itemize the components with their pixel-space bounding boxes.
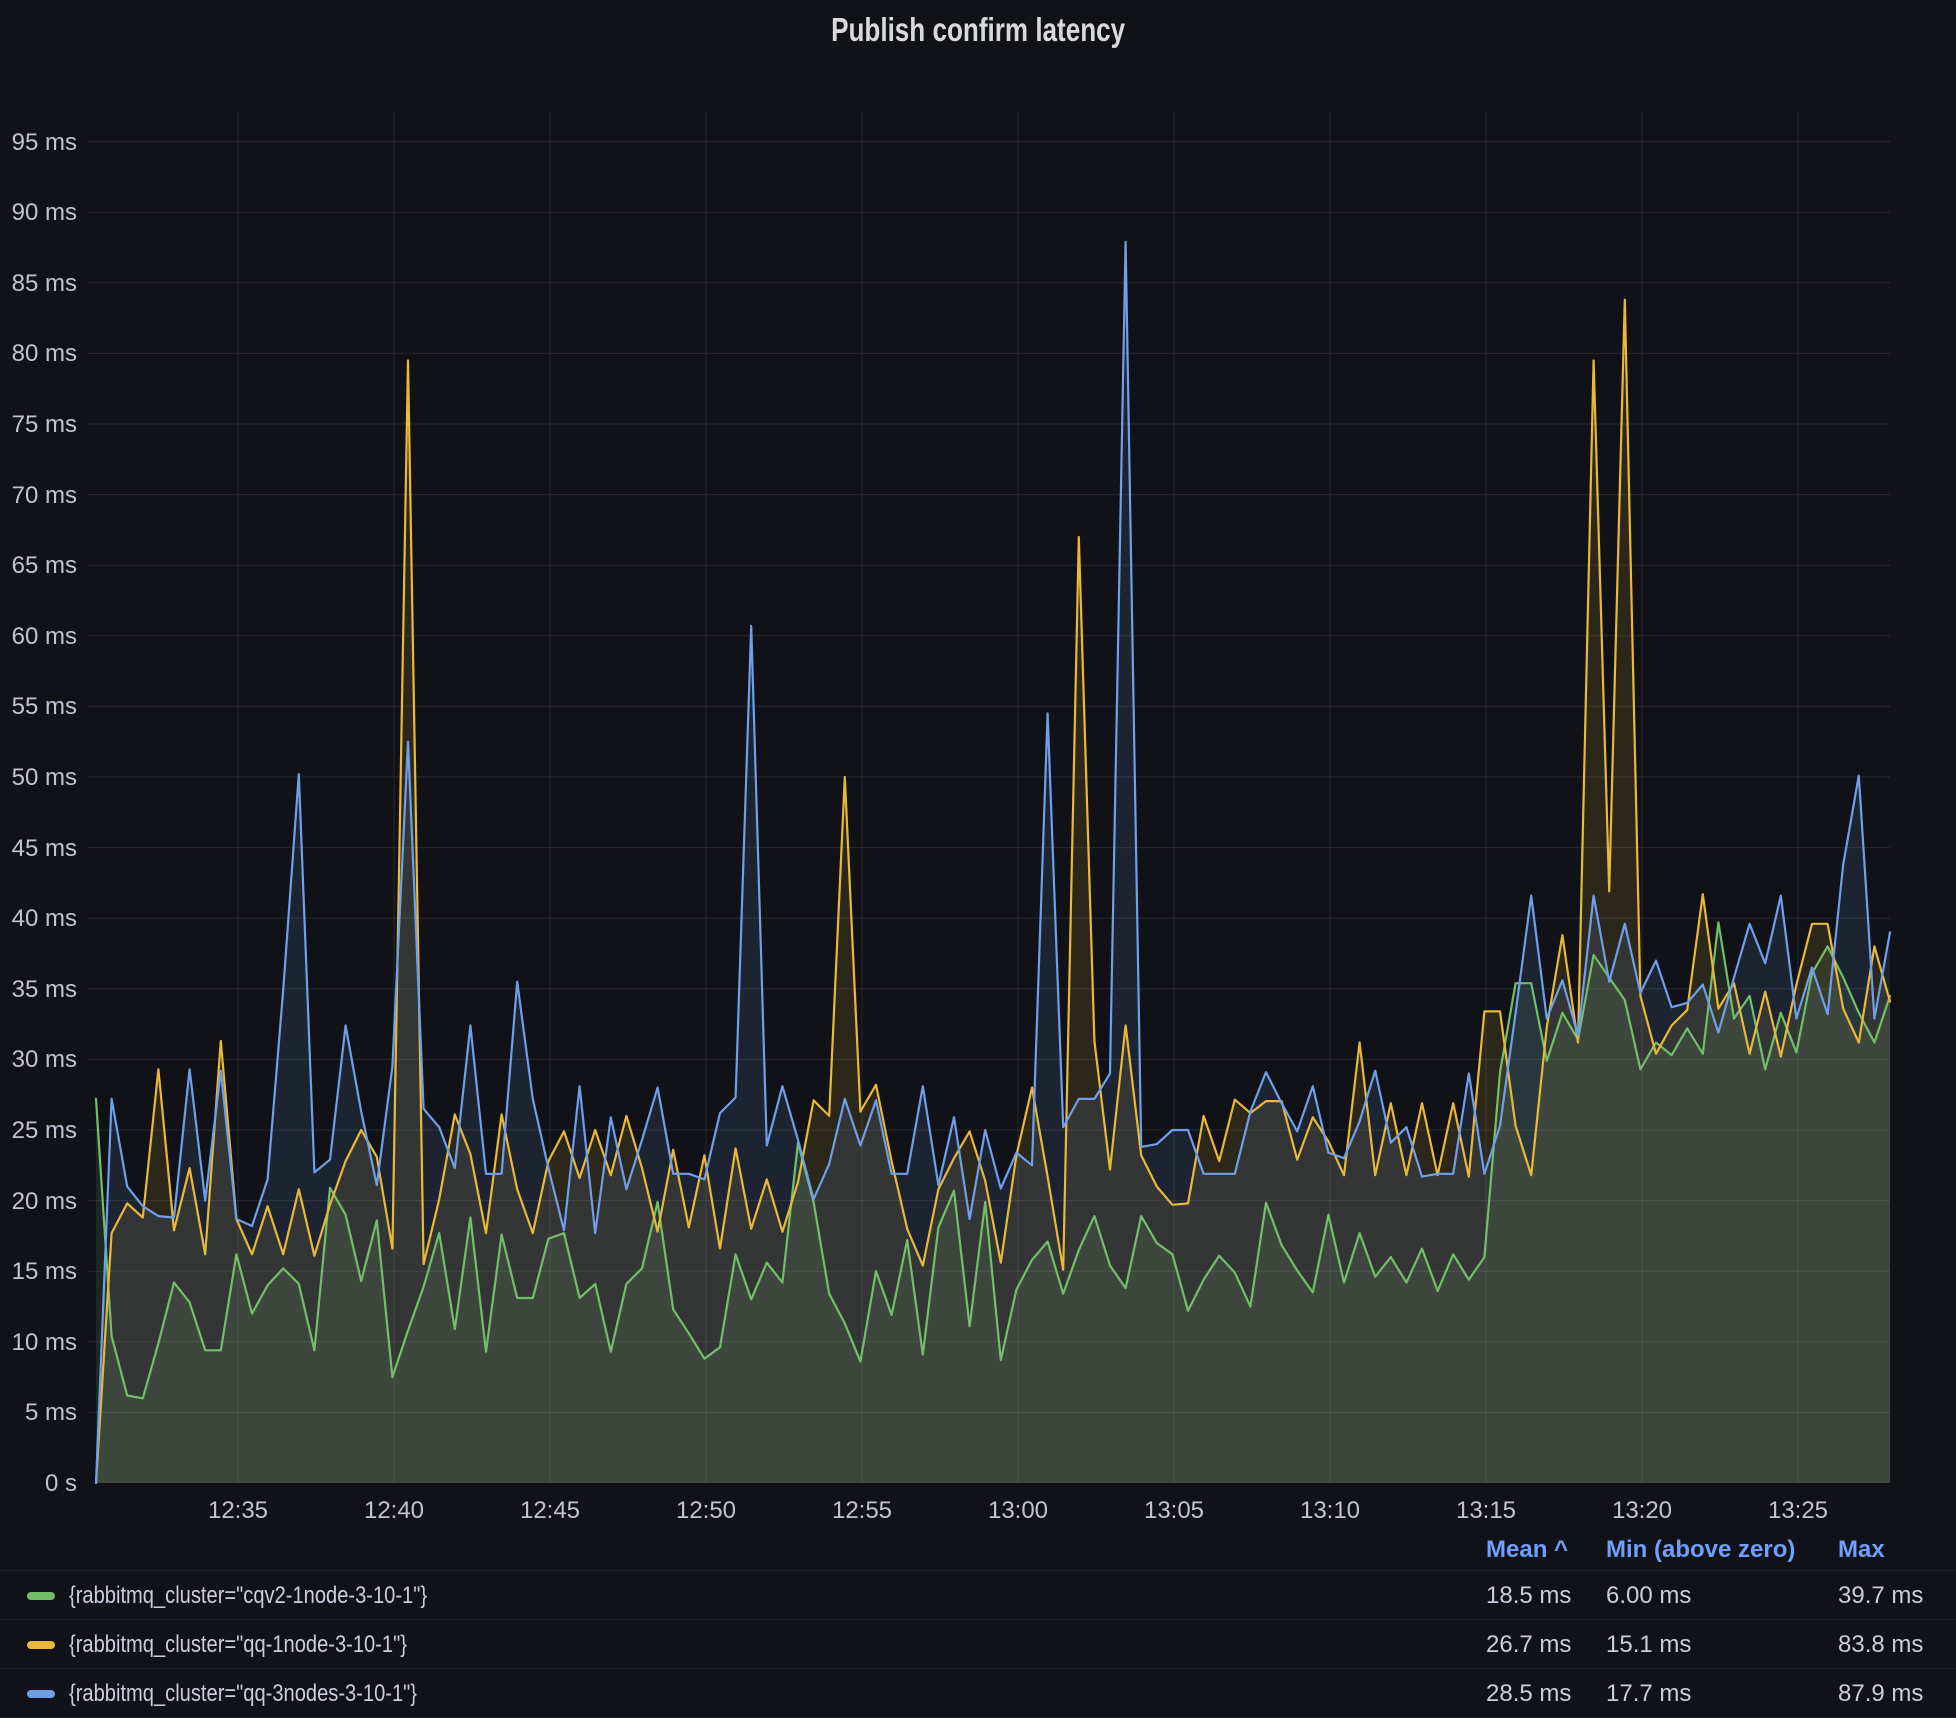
- svg-text:75 ms: 75 ms: [12, 411, 77, 438]
- svg-text:40 ms: 40 ms: [12, 905, 77, 932]
- svg-text:13:20: 13:20: [1612, 1497, 1672, 1524]
- svg-text:85 ms: 85 ms: [12, 270, 77, 297]
- svg-text:13:10: 13:10: [1300, 1497, 1360, 1524]
- svg-text:30 ms: 30 ms: [12, 1046, 77, 1073]
- svg-text:13:15: 13:15: [1456, 1497, 1516, 1524]
- svg-text:50 ms: 50 ms: [12, 764, 77, 791]
- svg-text:13:00: 13:00: [988, 1497, 1048, 1524]
- svg-text:90 ms: 90 ms: [12, 199, 77, 226]
- svg-text:25 ms: 25 ms: [12, 1117, 77, 1144]
- svg-text:10 ms: 10 ms: [12, 1329, 77, 1356]
- svg-text:12:35: 12:35: [208, 1497, 268, 1524]
- svg-text:12:50: 12:50: [676, 1497, 736, 1524]
- svg-text:20 ms: 20 ms: [12, 1188, 77, 1215]
- svg-text:60 ms: 60 ms: [12, 623, 77, 650]
- svg-text:95 ms: 95 ms: [12, 129, 77, 156]
- svg-text:5 ms: 5 ms: [25, 1399, 77, 1426]
- svg-text:45 ms: 45 ms: [12, 835, 77, 862]
- svg-text:12:40: 12:40: [364, 1497, 424, 1524]
- svg-text:13:25: 13:25: [1768, 1497, 1828, 1524]
- svg-text:55 ms: 55 ms: [12, 693, 77, 720]
- svg-text:12:45: 12:45: [520, 1497, 580, 1524]
- svg-text:70 ms: 70 ms: [12, 482, 77, 509]
- svg-text:0 s: 0 s: [45, 1470, 77, 1497]
- svg-text:12:55: 12:55: [832, 1497, 892, 1524]
- svg-text:35 ms: 35 ms: [12, 976, 77, 1003]
- svg-text:80 ms: 80 ms: [12, 340, 77, 367]
- svg-text:13:05: 13:05: [1144, 1497, 1204, 1524]
- svg-text:65 ms: 65 ms: [12, 552, 77, 579]
- svg-text:15 ms: 15 ms: [12, 1258, 77, 1285]
